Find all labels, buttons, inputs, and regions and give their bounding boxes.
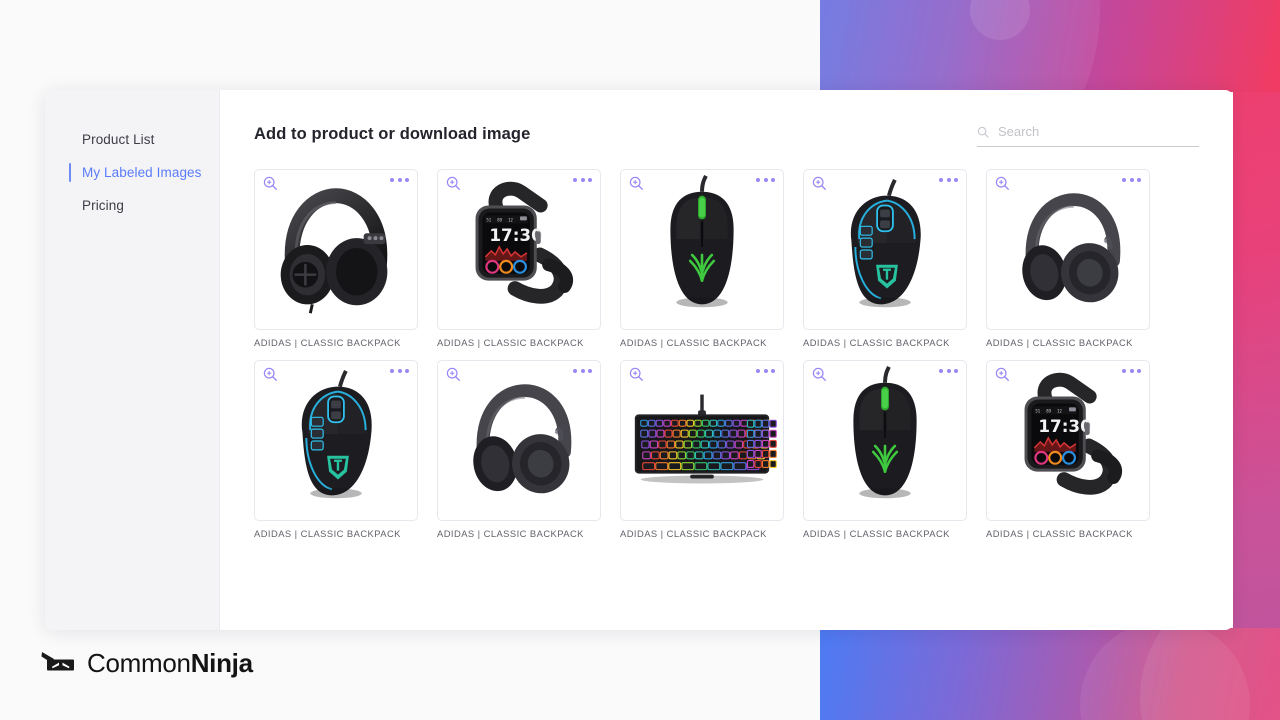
product-thumbnail (987, 170, 1149, 329)
image-card[interactable] (437, 360, 601, 521)
background-gradient-top (820, 0, 1280, 92)
image-grid-item: ADIDAS | CLASSIC BACKPACK (437, 360, 601, 539)
brand-bold-text: Ninja (190, 648, 253, 678)
sidebar-item-label: Pricing (82, 198, 124, 213)
image-caption: ADIDAS | CLASSIC BACKPACK (986, 337, 1133, 348)
more-options-icon[interactable] (756, 369, 775, 373)
image-grid: ADIDAS | CLASSIC BACKPACK 51 89 12 17:30… (254, 169, 1199, 539)
image-grid-item: ADIDAS | CLASSIC BACKPACK (803, 169, 967, 348)
zoom-in-icon[interactable] (995, 367, 1010, 382)
product-thumbnail: 51 89 12 17:30 (438, 170, 600, 329)
image-caption: ADIDAS | CLASSIC BACKPACK (803, 528, 950, 539)
image-caption: ADIDAS | CLASSIC BACKPACK (620, 528, 767, 539)
more-options-icon[interactable] (573, 178, 592, 182)
image-caption: ADIDAS | CLASSIC BACKPACK (803, 337, 950, 348)
search-input[interactable] (998, 124, 1199, 139)
image-grid-item: ADIDAS | CLASSIC BACKPACK (254, 360, 418, 539)
zoom-in-icon[interactable] (263, 367, 278, 382)
product-thumbnail (255, 361, 417, 520)
app-window: Product List My Labeled Images Pricing Add… (45, 90, 1233, 630)
more-options-icon[interactable] (756, 178, 775, 182)
image-grid-item: ADIDAS | CLASSIC BACKPACK (986, 169, 1150, 348)
search-icon (977, 126, 989, 137)
more-options-icon[interactable] (1122, 178, 1141, 182)
product-thumbnail (438, 361, 600, 520)
zoom-in-icon[interactable] (446, 176, 461, 191)
more-options-icon[interactable] (1122, 369, 1141, 373)
sidebar-item-product-list[interactable]: Product List (45, 123, 219, 156)
more-options-icon[interactable] (939, 178, 958, 182)
svg-text:51: 51 (1035, 408, 1040, 413)
svg-text:17:30: 17:30 (489, 225, 542, 245)
product-thumbnail (804, 361, 966, 520)
more-options-icon[interactable] (390, 369, 409, 373)
search-field[interactable] (977, 124, 1199, 147)
brand-wordmark: CommonNinja (87, 648, 253, 679)
background-blob (820, 0, 1100, 92)
product-thumbnail (804, 170, 966, 329)
sidebar: Product List My Labeled Images Pricing (45, 90, 220, 630)
svg-text:51: 51 (486, 217, 491, 222)
image-card[interactable] (986, 169, 1150, 330)
zoom-in-icon[interactable] (812, 176, 827, 191)
ninja-mask-icon (41, 651, 74, 670)
main-content: Add to product or download image Search … (220, 90, 1233, 630)
background-gradient-bottom (820, 628, 1280, 720)
image-grid-item: ADIDAS | CLASSIC BACKPACK (803, 360, 967, 539)
brand-light-text: Common (87, 648, 191, 678)
more-options-icon[interactable] (939, 369, 958, 373)
zoom-in-icon[interactable] (446, 367, 461, 382)
sidebar-item-pricing[interactable]: Pricing (45, 189, 219, 222)
image-grid-item: ADIDAS | CLASSIC BACKPACK (254, 169, 418, 348)
svg-text:12: 12 (508, 217, 513, 222)
product-thumbnail (621, 361, 783, 520)
image-caption: ADIDAS | CLASSIC BACKPACK (986, 528, 1133, 539)
brand-logo: CommonNinja (40, 648, 253, 679)
background-gradient-right (1233, 0, 1280, 720)
image-caption: ADIDAS | CLASSIC BACKPACK (254, 337, 401, 348)
product-thumbnail (621, 170, 783, 329)
image-card[interactable] (620, 360, 784, 521)
sidebar-item-label: My Labeled Images (82, 165, 202, 180)
image-card[interactable] (254, 360, 418, 521)
zoom-in-icon[interactable] (629, 176, 644, 191)
image-card[interactable]: 51 89 12 17:30 (986, 360, 1150, 521)
svg-text:12: 12 (1057, 408, 1062, 413)
image-grid-item: 51 89 12 17:30 ADIDAS | CLASSIC BACKPACK (986, 360, 1150, 539)
image-caption: ADIDAS | CLASSIC BACKPACK (437, 337, 584, 348)
sidebar-item-label: Product List (82, 132, 155, 147)
image-card[interactable] (803, 169, 967, 330)
zoom-in-icon[interactable] (995, 176, 1010, 191)
image-card[interactable] (803, 360, 967, 521)
svg-text:17:30: 17:30 (1038, 416, 1091, 436)
page-title: Add to product or download image (254, 125, 531, 143)
image-card[interactable] (620, 169, 784, 330)
image-caption: ADIDAS | CLASSIC BACKPACK (254, 528, 401, 539)
svg-text:89: 89 (1046, 408, 1051, 413)
image-grid-item: ADIDAS | CLASSIC BACKPACK (620, 360, 784, 539)
zoom-in-icon[interactable] (629, 367, 644, 382)
sidebar-item-my-labeled-images[interactable]: My Labeled Images (45, 156, 219, 189)
image-grid-item: 51 89 12 17:30 ADIDAS | CLASSIC BACKPACK (437, 169, 601, 348)
content-header: Add to product or download image (254, 122, 1199, 147)
image-card[interactable] (254, 169, 418, 330)
image-card[interactable]: 51 89 12 17:30 (437, 169, 601, 330)
product-thumbnail: 51 89 12 17:30 (987, 361, 1149, 520)
image-caption: ADIDAS | CLASSIC BACKPACK (620, 337, 767, 348)
zoom-in-icon[interactable] (812, 367, 827, 382)
more-options-icon[interactable] (573, 369, 592, 373)
zoom-in-icon[interactable] (263, 176, 278, 191)
image-grid-item: ADIDAS | CLASSIC BACKPACK (620, 169, 784, 348)
more-options-icon[interactable] (390, 178, 409, 182)
image-caption: ADIDAS | CLASSIC BACKPACK (437, 528, 584, 539)
svg-text:89: 89 (497, 217, 502, 222)
product-thumbnail (255, 170, 417, 329)
